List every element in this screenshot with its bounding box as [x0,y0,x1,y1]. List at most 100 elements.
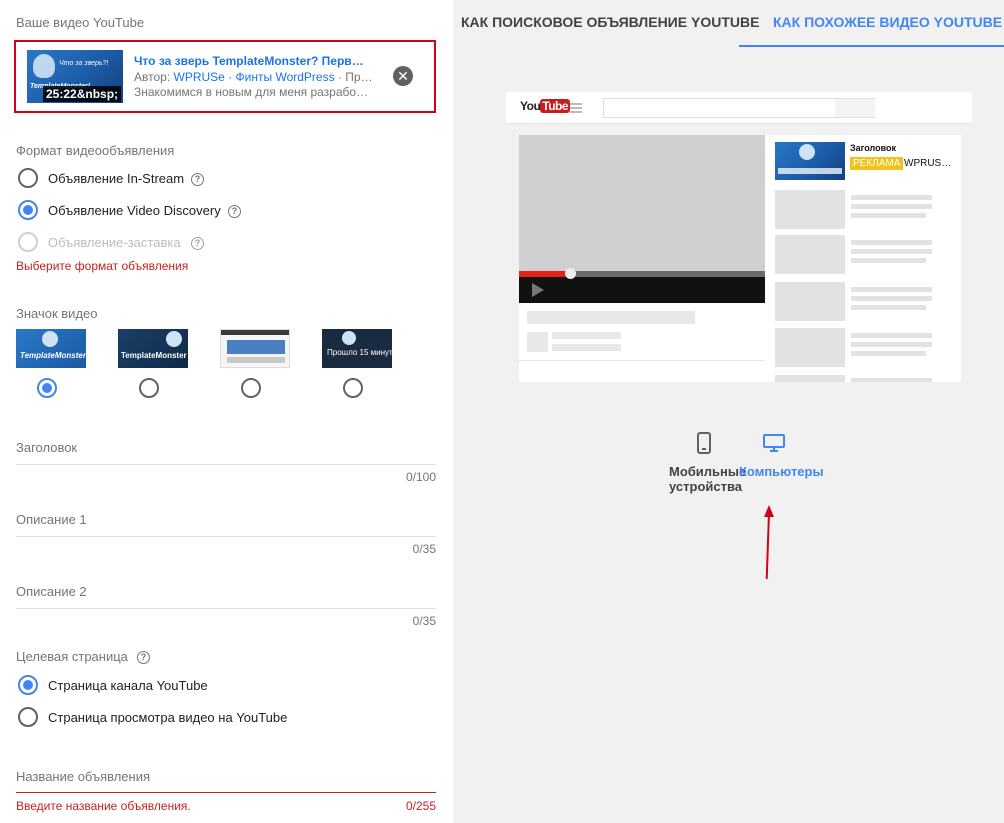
thumbnail-caption: Прошло 15 минут [327,348,392,357]
active-tab-indicator [739,45,1004,47]
related-line [851,296,932,301]
related-line [851,213,926,218]
placeholder-bar [552,344,621,351]
ad-thumbnail [775,142,845,180]
ad-channel: WPRUS… [904,158,952,169]
video-title[interactable]: Что за зверь TemplateMonster? Перв… [134,54,374,68]
ad-name-label: Название объявления [16,769,151,784]
player-scrubber [565,268,576,279]
placeholder-bar [552,332,621,339]
mascot-icon [799,144,815,160]
thumbnail-radio-1[interactable] [37,378,57,398]
tab-related-video[interactable]: КАК ПОХОЖЕЕ ВИДЕО YOUTUBE [773,14,1002,30]
help-icon[interactable]: ? [191,237,204,250]
related-line [851,342,932,347]
related-line [851,333,932,338]
related-thumb [775,328,845,367]
desktop-monitor-icon[interactable] [762,433,786,456]
mascot-icon [166,331,182,347]
thumbnail-option-3[interactable] [220,329,290,368]
format-error: Выберите формат объявления [16,259,189,273]
mascot-icon [33,54,55,78]
device-desktop-label[interactable]: Компьютеры [739,464,824,479]
related-line [851,195,932,200]
thumbnail-radio-4[interactable] [343,378,363,398]
video-description: Знакомимся в новым для меня разрабо… [134,85,369,99]
landing-channel-label[interactable]: Страница канала YouTube [48,678,208,693]
format-discovery-radio[interactable] [18,200,38,220]
related-line [851,240,932,245]
landing-watch-radio[interactable] [18,707,38,727]
related-line [851,305,926,310]
device-mobile-label[interactable]: Мобильные устройства [669,464,746,494]
author-suffix: · Про… [337,70,374,84]
help-icon[interactable]: ? [191,173,204,186]
video-duration: 25:22&nbsp; [43,86,122,102]
related-line [851,351,926,356]
headline-input[interactable] [16,464,436,465]
ad-name-counter: 0/255 [405,799,436,813]
author-name-link[interactable]: WPRUSe [174,70,225,84]
divider [519,360,765,361]
ad-badge: РЕКЛАМА [850,157,904,170]
mascot-icon [42,331,58,347]
thumbnail-radio-2[interactable] [139,378,159,398]
selected-video-card[interactable]: Что за зверь?! TemplateMonster! 25:22&nb… [14,40,436,113]
video-author: Автор: WPRUSe · Финты WordPress · Про… [134,70,374,84]
description2-input[interactable] [16,608,436,609]
landing-label: Целевая страница [16,649,128,664]
thumb-logo-band [778,168,842,174]
format-discovery-label[interactable]: Объявление Video Discovery [48,203,221,218]
related-line [851,258,926,263]
smartphone-icon[interactable] [696,432,712,457]
format-instream-label[interactable]: Объявление In-Stream [48,171,184,186]
preview-search-button [835,99,875,117]
related-line [851,378,932,382]
thumbnail-caption: TemplateMonster [121,351,187,360]
thumbnail-option-1[interactable]: TemplateMonster! [16,329,86,368]
description1-label: Описание 1 [16,512,87,527]
related-line [851,204,932,209]
related-thumb [775,235,845,274]
format-instream-radio[interactable] [18,168,38,188]
thumbnail-option-4[interactable]: Прошло 15 минут [322,329,392,368]
player-controls [519,277,765,303]
play-icon [532,283,544,297]
landing-channel-radio[interactable] [18,675,38,695]
preview-topbar: You Tube [506,92,972,124]
author-channel-link[interactable]: Финты WordPress [236,70,335,84]
headline-counter: 0/100 [405,470,436,484]
youtube-logo: You Tube [520,99,571,113]
description2-label: Описание 2 [16,584,87,599]
help-icon[interactable]: ? [137,651,150,664]
thumbnail-label: Значок видео [16,306,98,321]
related-thumb [775,190,845,229]
headline-label: Заголовок [16,440,78,455]
help-icon[interactable]: ? [228,205,241,218]
menu-icon [570,103,582,105]
ad-title: Заголовок [850,143,897,153]
description1-counter: 0/35 [412,542,436,556]
description1-input[interactable] [16,536,436,537]
format-bumper-radio [18,232,38,252]
your-video-label: Ваше видео YouTube [16,15,145,30]
video-thumbnail: Что за зверь?! TemplateMonster! 25:22&nb… [27,50,123,103]
related-thumb [775,282,845,321]
related-line [851,249,932,254]
related-thumb [775,375,845,382]
ad-form-panel: Ваше видео YouTube Что за зверь?! Templa… [0,0,453,823]
ad-name-input[interactable] [16,792,436,793]
author-sep: · [228,70,233,84]
author-prefix: Автор: [134,70,171,84]
related-line [851,287,932,292]
description2-counter: 0/35 [412,614,436,628]
ad-name-error: Введите название объявления. [16,799,191,813]
close-icon[interactable]: ✕ [393,66,413,86]
thumbnail-option-2[interactable]: TemplateMonster [118,329,188,368]
landing-watch-label[interactable]: Страница просмотра видео на YouTube [48,710,287,725]
desktop-preview: You Tube Заголовок РЕКЛАМА WPRUS… [506,92,972,382]
format-label: Формат видеообъявления [16,143,175,158]
tab-search-ad[interactable]: КАК ПОИСКОВОЕ ОБЪЯВЛЕНИЕ YOUTUBE [461,14,759,30]
thumbnail-radio-3[interactable] [241,378,261,398]
placeholder-avatar [527,332,548,352]
